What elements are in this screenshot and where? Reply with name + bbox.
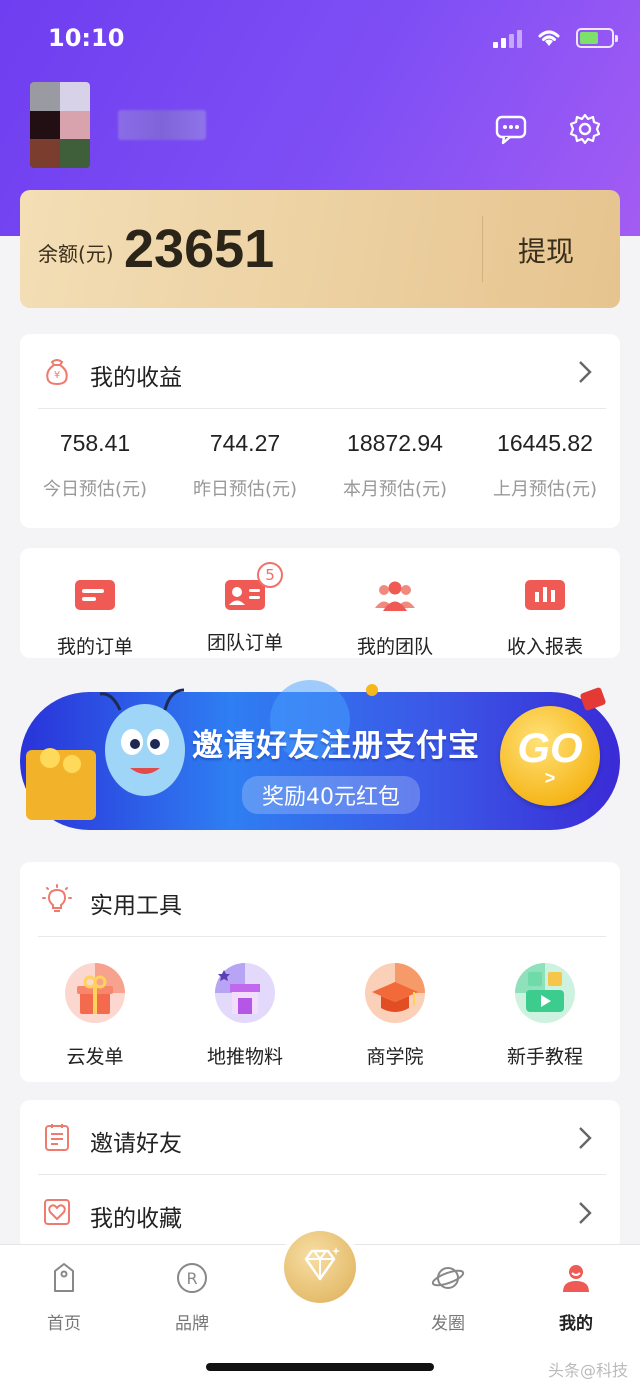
chevron-right-icon xyxy=(579,1202,592,1224)
status-time: 10:10 xyxy=(48,24,125,52)
go-arrow: > xyxy=(544,768,556,788)
planet-icon xyxy=(431,1267,465,1289)
gear-icon[interactable] xyxy=(568,112,602,146)
balance-label: 余额(元) xyxy=(38,242,114,266)
username-blurred xyxy=(118,110,206,140)
go-button[interactable]: GO > xyxy=(500,706,600,806)
chevron-right-icon xyxy=(579,1127,592,1149)
business-school-label: 商学院 xyxy=(366,1046,424,1068)
stat-today: 758.41 今日预估(元) xyxy=(20,430,170,501)
chevron-right-icon xyxy=(579,361,592,383)
bar-chart-icon xyxy=(525,580,565,610)
message-icon[interactable] xyxy=(494,112,528,146)
earnings-title: 我的收益 xyxy=(90,365,182,391)
my-orders-button[interactable]: 我的订单 xyxy=(20,578,170,659)
my-favorites-label: 我的收藏 xyxy=(90,1206,182,1232)
team-orders-badge: 5 xyxy=(257,562,283,588)
cloud-post-label: 云发单 xyxy=(66,1046,124,1068)
graduation-cap-icon xyxy=(365,963,425,1023)
menu-list-card: 邀请好友 我的收藏 xyxy=(20,1100,620,1250)
invite-friends-row[interactable]: 邀请好友 xyxy=(20,1100,620,1174)
tab-home[interactable]: 首页 xyxy=(24,1261,104,1334)
money-bag-icon: ¥ xyxy=(46,359,68,386)
invite-list-icon xyxy=(45,1124,69,1151)
income-report-label: 收入报表 xyxy=(506,636,583,658)
diamond-center-button[interactable] xyxy=(284,1231,356,1303)
balance-card: 余额(元) 23651 提现 xyxy=(20,190,620,308)
earnings-card: ¥ 我的收益 758.41 今日预估(元) 744.27 昨日预估(元) 188… xyxy=(20,334,620,528)
gift-box-icon xyxy=(65,963,125,1023)
wifi-icon xyxy=(538,30,560,46)
stat-value: 18872.94 xyxy=(347,430,443,456)
svg-text:¥: ¥ xyxy=(54,370,60,381)
svg-text:R: R xyxy=(186,1269,197,1288)
divider xyxy=(38,936,606,937)
orders-card: 我的订单 5 团队订单 我的团队 收入报表 xyxy=(20,548,620,658)
battery-icon xyxy=(576,28,618,48)
stat-yesterday: 744.27 昨日预估(元) xyxy=(170,430,320,501)
heart-icon xyxy=(44,1199,70,1225)
tools-card: 实用工具 云发单 地推物料 商学院 新手教程 xyxy=(20,862,620,1082)
income-report-button[interactable]: 收入报表 xyxy=(470,578,620,659)
beginner-tutorial-button[interactable]: 新手教程 xyxy=(470,962,620,1069)
tab-moments-label: 发圈 xyxy=(431,1314,465,1334)
cloud-post-button[interactable]: 云发单 xyxy=(20,962,170,1069)
divider xyxy=(482,216,483,282)
stat-value: 16445.82 xyxy=(497,430,593,456)
avatar[interactable] xyxy=(30,82,90,168)
invite-banner[interactable]: 邀请好友注册支付宝 奖励40元红包 GO > xyxy=(20,680,620,840)
my-team-button[interactable]: 我的团队 xyxy=(320,578,470,659)
tab-home-label: 首页 xyxy=(47,1314,81,1334)
stat-label: 今日预估(元) xyxy=(42,479,148,500)
store-icon xyxy=(215,963,275,1023)
home-tag-icon xyxy=(54,1263,74,1292)
status-icons xyxy=(493,28,618,48)
beginner-tutorial-label: 新手教程 xyxy=(506,1046,583,1068)
tools-header: 实用工具 xyxy=(20,862,620,936)
stat-label: 昨日预估(元) xyxy=(192,479,298,500)
bottom-tab-bar: 首页 R 品牌 发圈 我的 头条@科技 xyxy=(0,1231,640,1385)
user-icon xyxy=(563,1265,589,1292)
earnings-header[interactable]: ¥ 我的收益 xyxy=(20,334,620,408)
stat-value: 758.41 xyxy=(59,430,131,456)
signal-icon xyxy=(493,28,522,48)
banner-title: 邀请好友注册支付宝 xyxy=(192,728,480,764)
tab-brand[interactable]: R 品牌 xyxy=(152,1261,232,1334)
tab-mine[interactable]: 我的 xyxy=(536,1261,616,1334)
stat-label: 本月预估(元) xyxy=(342,479,448,500)
tab-mine-label: 我的 xyxy=(559,1314,593,1334)
withdraw-button[interactable]: 提现 xyxy=(518,230,574,270)
my-orders-label: 我的订单 xyxy=(56,636,133,658)
registered-icon: R xyxy=(177,1263,207,1293)
status-bar: 10:10 xyxy=(0,0,640,80)
lightbulb-icon xyxy=(42,884,72,912)
invite-friends-label: 邀请好友 xyxy=(90,1131,182,1157)
balance-value: 23651 xyxy=(124,219,275,279)
order-card-icon xyxy=(75,580,115,610)
tools-title: 实用工具 xyxy=(90,893,182,919)
diamond-icon xyxy=(304,1247,340,1281)
home-indicator xyxy=(206,1363,434,1371)
tab-brand-label: 品牌 xyxy=(175,1314,209,1334)
divider xyxy=(38,408,606,409)
promo-materials-button[interactable]: 地推物料 xyxy=(170,962,320,1069)
stat-last-month: 16445.82 上月预估(元) xyxy=(470,430,620,501)
stat-value: 744.27 xyxy=(209,430,281,456)
stat-this-month: 18872.94 本月预估(元) xyxy=(320,430,470,501)
team-orders-button[interactable]: 5 团队订单 xyxy=(170,562,320,655)
banner-subtitle: 奖励40元红包 xyxy=(242,776,420,814)
team-orders-label: 团队订单 xyxy=(206,632,283,654)
promo-materials-label: 地推物料 xyxy=(206,1046,283,1068)
team-icon xyxy=(375,581,415,611)
tutorial-icon xyxy=(515,963,575,1023)
my-team-label: 我的团队 xyxy=(356,636,433,658)
tab-moments[interactable]: 发圈 xyxy=(408,1261,488,1334)
watermark: 头条@科技 xyxy=(547,1361,628,1380)
business-school-button[interactable]: 商学院 xyxy=(320,962,470,1069)
go-label: GO xyxy=(517,724,583,771)
stat-label: 上月预估(元) xyxy=(492,479,598,500)
